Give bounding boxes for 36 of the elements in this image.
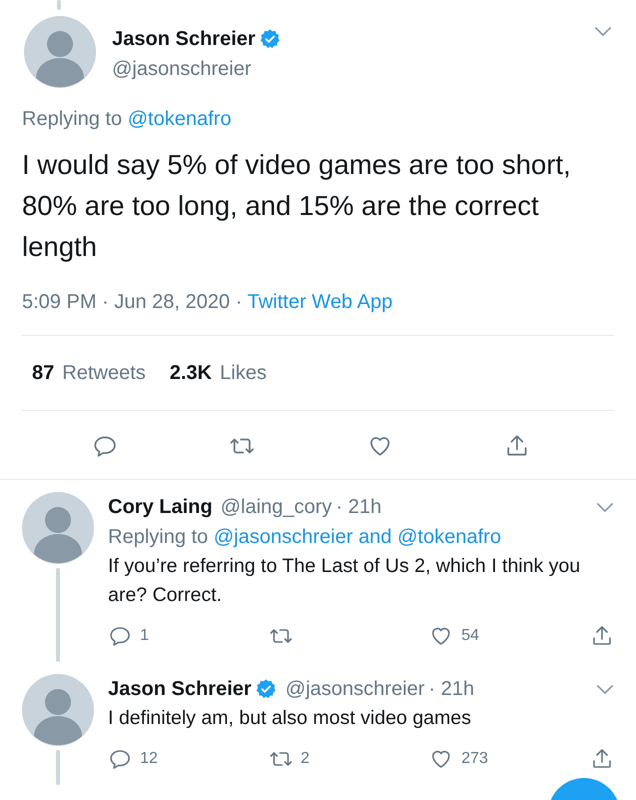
reply-icon[interactable] bbox=[108, 624, 132, 648]
action-count: 1 bbox=[140, 626, 149, 646]
mention-link[interactable]: Twitter Web App bbox=[247, 291, 393, 313]
author-handle[interactable]: @laing_cory bbox=[220, 492, 332, 522]
mention-link[interactable]: and bbox=[358, 526, 392, 548]
avatar-icon[interactable] bbox=[22, 492, 94, 564]
stat-label[interactable]: Retweets bbox=[62, 358, 146, 388]
reply-context-text: 5:09 PM · Jun 28, 2020 · bbox=[22, 291, 242, 313]
chevron-icon[interactable] bbox=[596, 684, 614, 694]
action-count: 2 bbox=[300, 749, 310, 769]
reply-icon[interactable] bbox=[108, 747, 132, 771]
tweet-text: If you’re referring to The Last of Us 2, which I think you are? Correct. bbox=[108, 554, 582, 608]
avatar-icon[interactable] bbox=[22, 674, 94, 746]
mention-link[interactable]: @tokenafro bbox=[397, 526, 502, 548]
mention-link[interactable]: @tokenafro bbox=[128, 108, 232, 130]
stat-count: 87 bbox=[32, 361, 54, 386]
stat-count: 2.3K bbox=[170, 361, 212, 386]
mention-link[interactable]: @jasonschreier bbox=[214, 526, 353, 548]
author-handle[interactable]: @jasonschreier bbox=[285, 674, 425, 704]
author-name[interactable]: Jason Schreier bbox=[108, 674, 252, 704]
author-name[interactable]: Jason Schreier bbox=[112, 24, 256, 54]
tweet-time: · 21h bbox=[428, 677, 476, 702]
action-count: 273 bbox=[461, 749, 488, 769]
chevron-icon[interactable] bbox=[596, 502, 614, 512]
tweet-text: I would say 5% of video games are too short, 80% are too long, and 15% are the correct length bbox=[22, 148, 572, 264]
author-handle[interactable]: @jasonschreier bbox=[112, 54, 594, 84]
action-count: 54 bbox=[461, 626, 480, 646]
tweet-text: I definitely am, but also most video games bbox=[108, 706, 472, 731]
author-name[interactable]: Cory Laing bbox=[108, 492, 212, 522]
reply-context-text: Replying to bbox=[108, 526, 208, 548]
chevron-icon[interactable] bbox=[594, 26, 612, 37]
reply-context-text: Replying to bbox=[22, 108, 122, 130]
avatar-icon[interactable] bbox=[24, 16, 96, 88]
stat-label[interactable]: Likes bbox=[220, 358, 267, 388]
tweet-time: · 21h bbox=[336, 495, 383, 520]
action-count: 12 bbox=[140, 749, 158, 769]
